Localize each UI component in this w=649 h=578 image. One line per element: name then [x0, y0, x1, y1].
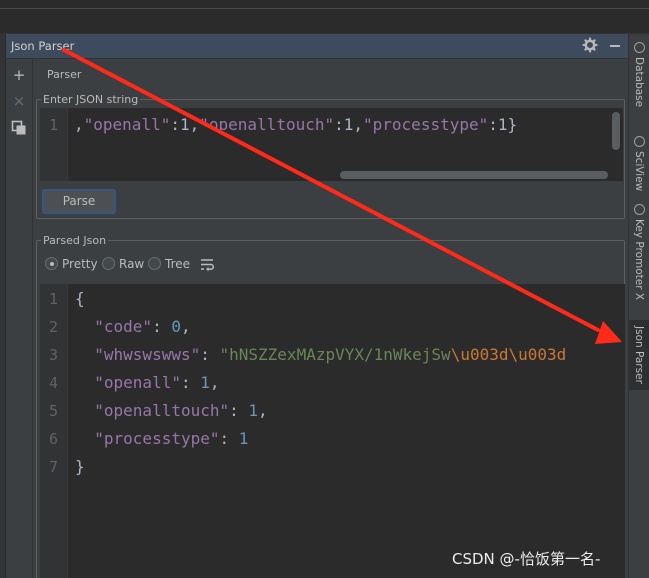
- sidebar-tab-sciview[interactable]: SciView: [629, 134, 649, 194]
- code-token: "processtype": [94, 429, 220, 448]
- input-group-legend: Enter JSON string: [41, 93, 141, 106]
- output-line-number: 7: [48, 458, 59, 476]
- sidebar-tab-database[interactable]: Database: [629, 40, 649, 120]
- sidebar-tab-label: Json Parser: [633, 326, 645, 384]
- input-token: :1}: [488, 115, 518, 134]
- right-tool-strip: Database SciView Key Promoter X Json Parser: [628, 34, 649, 578]
- input-horizontal-scrollbar[interactable]: [340, 171, 608, 179]
- code-token: {: [75, 289, 85, 308]
- output-line-gutter: 1 2 3 4 5 6 7: [40, 284, 68, 578]
- gear-icon[interactable]: [582, 37, 598, 53]
- database-icon: [634, 42, 645, 53]
- output-line-number: 1: [48, 290, 59, 308]
- code-token: 0: [171, 317, 181, 336]
- code-token: "hNSZZexMAzpVYX/1nWkejSw: [219, 345, 451, 364]
- code-line: "whwswswws": "hNSZZexMAzpVYX/1nWkejSw\u0…: [75, 345, 566, 364]
- minimize-icon[interactable]: [610, 45, 620, 47]
- radio-pretty-label: Pretty: [62, 257, 98, 271]
- input-line-gutter: 1: [40, 108, 68, 181]
- output-line-number: 2: [48, 318, 59, 336]
- code-token: "whwswswws": [94, 345, 201, 364]
- code-token: :: [219, 429, 239, 448]
- sidebar-tab-label: Database: [633, 57, 645, 108]
- close-tab-icon[interactable]: ×: [11, 93, 27, 109]
- code-token: 1: [248, 401, 259, 420]
- clone-tab-icon[interactable]: [11, 120, 27, 136]
- key-promoter-x-icon: [634, 204, 645, 215]
- code-token: "code": [94, 317, 153, 336]
- input-token: ,: [74, 115, 84, 134]
- input-token: "openall": [83, 115, 171, 134]
- input-token: "processtype": [363, 115, 489, 134]
- radio-raw[interactable]: Raw: [102, 257, 144, 273]
- code-token: "openall": [94, 373, 181, 392]
- output-line-number: 5: [48, 402, 59, 420]
- tool-window-header: Json Parser: [6, 34, 628, 59]
- radio-tree-indicator[interactable]: [148, 257, 161, 270]
- json-output-editor[interactable]: 1 2 3 4 5 6 7 { "code": 0, "whwswswws": "hNSZZ…: [40, 284, 625, 578]
- radio-pretty-indicator[interactable]: [45, 257, 58, 270]
- code-token: ,: [180, 317, 191, 336]
- sidebar-tab-label: Key Promoter X: [633, 219, 645, 301]
- sidebar-tab-json-parser[interactable]: Json Parser: [629, 320, 649, 390]
- sidebar-tab-key-promoter-x[interactable]: Key Promoter X: [629, 202, 649, 314]
- radio-raw-indicator[interactable]: [102, 257, 115, 270]
- radio-tree[interactable]: Tree: [148, 257, 190, 273]
- code-token: ,: [209, 373, 220, 392]
- tab-parser[interactable]: Parser: [47, 68, 81, 81]
- code-line: "processtype": 1: [75, 429, 248, 448]
- code-line: {: [75, 289, 85, 308]
- input-token: :1,: [170, 115, 200, 134]
- output-line-number: 3: [48, 346, 59, 364]
- parse-button[interactable]: Parse: [42, 189, 116, 214]
- input-token: :1,: [334, 115, 364, 134]
- sciview-icon: [634, 136, 645, 147]
- code-token: ,: [258, 401, 268, 420]
- radio-tree-label: Tree: [165, 257, 191, 271]
- code-token: 1: [200, 373, 210, 392]
- code-token: }: [75, 457, 85, 476]
- top-divider: [0, 8, 649, 9]
- sidebar-tab-label: SciView: [633, 151, 645, 192]
- code-line: }: [75, 457, 85, 476]
- top-strip: [0, 0, 649, 34]
- code-line: "openalltouch": 1,: [75, 401, 268, 420]
- input-json-text: ,"openall":1,"openalltouch":1,"processty…: [74, 115, 517, 134]
- output-group-legend: Parsed Json: [41, 234, 109, 247]
- code-token: "openalltouch": [94, 401, 230, 420]
- watermark: CSDN @-恰饭第一名-: [452, 550, 601, 568]
- code-token: :: [200, 345, 220, 364]
- radio-raw-label: Raw: [119, 257, 145, 271]
- json-input-editor[interactable]: 1 ,"openall":1,"openalltouch":1,"process…: [40, 108, 623, 181]
- code-token: 1: [238, 429, 249, 448]
- code-line: "code": 0,: [75, 317, 191, 336]
- tool-column: + ×: [6, 59, 33, 578]
- input-token: "openalltouch": [199, 115, 335, 134]
- input-vertical-scrollbar[interactable]: [612, 112, 620, 150]
- radio-pretty[interactable]: Pretty: [45, 257, 98, 273]
- code-token: :: [180, 373, 201, 392]
- tab-bar: Parser: [34, 59, 628, 89]
- output-line-number: 4: [48, 374, 59, 392]
- code-token: \u003d\u003d: [450, 345, 567, 364]
- code-line: "openall": 1,: [75, 373, 220, 392]
- tool-window-title: Json Parser: [11, 39, 75, 53]
- input-line-number: 1: [48, 116, 59, 134]
- add-tab-icon[interactable]: +: [11, 67, 27, 83]
- code-token: :: [229, 401, 249, 420]
- wrap-icon[interactable]: [200, 257, 215, 272]
- output-line-number: 6: [48, 430, 59, 448]
- code-token: :: [152, 317, 172, 336]
